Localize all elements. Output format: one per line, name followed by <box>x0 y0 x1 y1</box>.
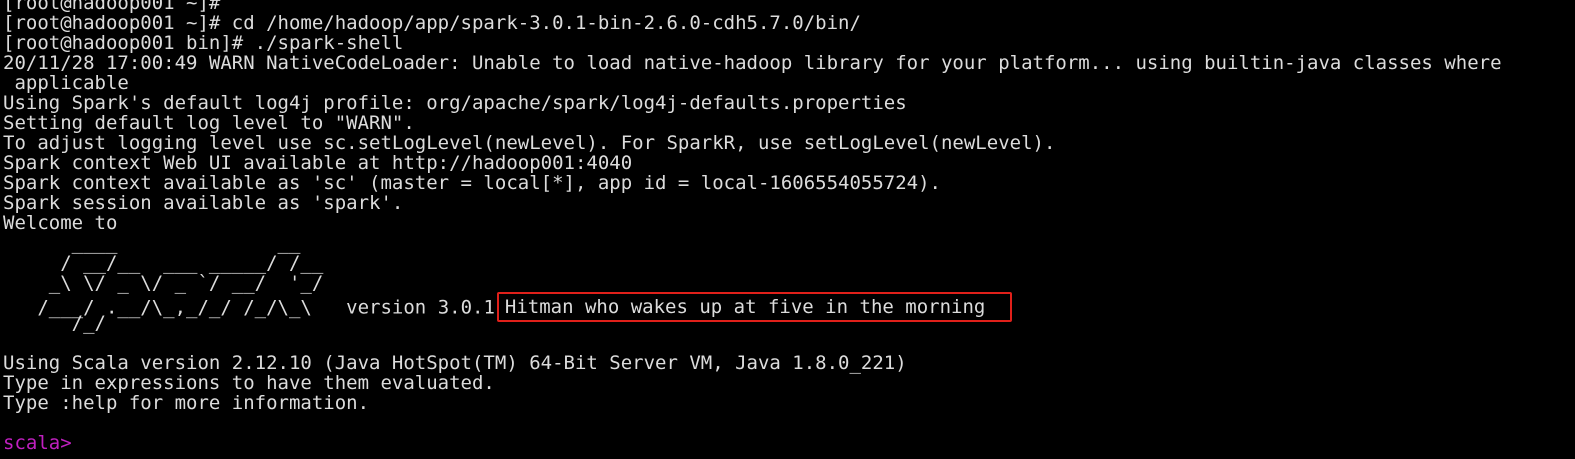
spark-banner-row-4: /___/ .__/\_,_/_/ /_/\_\ version 3.0.1 Hi… <box>3 292 1575 322</box>
terminal-line-warn-continued: applicable <box>3 72 129 94</box>
terminal-line-adjust-logging: To adjust logging level use sc.setLogLev… <box>3 132 1056 154</box>
scala-prompt: scala> <box>3 432 72 454</box>
terminal-line-help: Type :help for more information. <box>3 392 370 414</box>
terminal-line-context: Spark context available as 'sc' (master … <box>3 172 941 194</box>
terminal-line-welcome: Welcome to <box>3 212 118 234</box>
spark-banner-row-1: ____ __ <box>3 232 301 254</box>
terminal-line-log4j: Using Spark's default log4j profile: org… <box>3 92 907 114</box>
terminal-line-warn: 20/11/28 17:00:49 WARN NativeCodeLoader:… <box>3 52 1502 74</box>
terminal-line-scala-version: Using Scala version 2.12.10 (Java HotSpo… <box>3 352 907 374</box>
spark-banner-row-3: _\ \/ _ \/ _ `/ __/ '_/ <box>3 272 324 294</box>
terminal-line-log-level: Setting default log level to "WARN". <box>3 112 415 134</box>
terminal-line-cd-command: [root@hadoop001 ~]# cd /home/hadoop/app/… <box>3 12 861 34</box>
spark-banner-row-2: / __/__ ___ _____/ /__ <box>3 252 324 274</box>
terminal-line-session: Spark session available as 'spark'. <box>3 192 404 214</box>
scala-prompt-line[interactable]: scala> <box>3 433 1575 453</box>
terminal-line-spark-shell-command: [root@hadoop001 bin]# ./spark-shell <box>3 32 404 54</box>
spark-banner-row-5: /_/ <box>3 312 106 334</box>
terminal-line-web-ui: Spark context Web UI available at http:/… <box>3 152 633 174</box>
terminal-window[interactable]: [root@hadoop001 ~]# [root@hadoop001 ~]# … <box>3 0 1575 459</box>
terminal-line-type-expressions: Type in expressions to have them evaluat… <box>3 372 495 394</box>
